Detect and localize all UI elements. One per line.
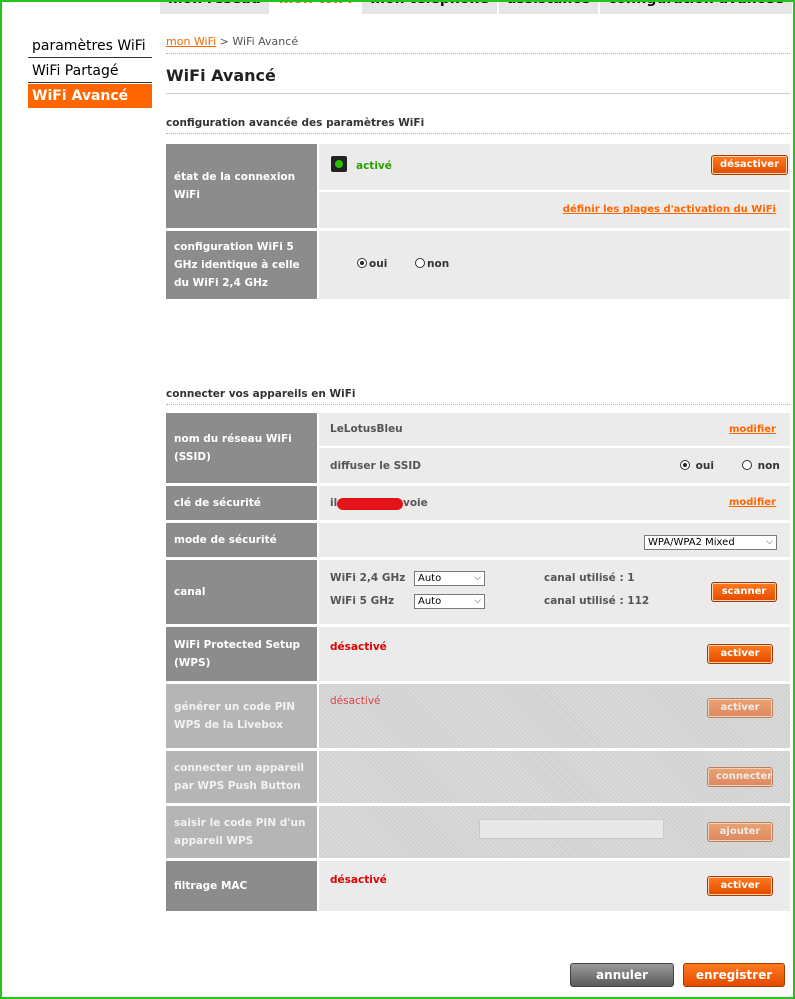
cancel-button[interactable]: annuler	[570, 963, 674, 987]
value-security-mode: WPA/WPA2 Mixed ⌵	[319, 523, 790, 557]
value-security-key: il voie modifier	[319, 486, 790, 520]
row-connection-state: état de la connexion WiFi activé désacti…	[166, 144, 790, 228]
mac-filter-status: désactivé	[330, 874, 387, 886]
tab-mon-reseau[interactable]: mon réseau	[160, 0, 271, 14]
chevron-down-icon: ⌵	[474, 596, 481, 606]
redaction-mark	[337, 498, 403, 510]
deactivate-button[interactable]: désactiver	[711, 155, 789, 175]
ssid-value: LeLotusBleu	[330, 423, 403, 435]
broadcast-label: diffuser le SSID	[330, 460, 421, 472]
activate-pin-button[interactable]: activer	[707, 698, 773, 718]
label-security-mode: mode de sécurité	[166, 523, 317, 557]
value-ssid: LeLotusBleu modifier diffuser le SSID ou…	[319, 413, 790, 483]
value-wps-push: connecter	[319, 751, 790, 803]
wps-pin-input[interactable]	[479, 819, 664, 839]
breadcrumb-link-mon-wifi[interactable]: mon WiFi	[166, 35, 216, 48]
activate-wps-button[interactable]: activer	[707, 644, 773, 664]
wps-status: désactivé	[330, 641, 387, 653]
label-enter-pin: saisir le code PIN d'un appareil WPS	[166, 806, 317, 858]
tab-configuration-avancee[interactable]: configuration avancée	[600, 0, 794, 14]
radio-checked-icon	[680, 460, 690, 470]
chevron-down-icon: ⌵	[474, 573, 481, 583]
schedule-subrow: définir les plages d'activation du WiFi	[319, 192, 790, 228]
modify-ssid-link[interactable]: modifier	[729, 424, 776, 435]
channel-24-select[interactable]: Auto ⌵	[414, 571, 485, 586]
section-title-connect: connecter vos appareils en WiFi	[166, 385, 790, 405]
row-wps-push: connecter un appareil par WPS Push Butto…	[166, 751, 790, 803]
breadcrumb: mon WiFi > WiFi Avancé	[166, 34, 790, 54]
breadcrumb-current: > WiFi Avancé	[216, 35, 299, 48]
radio-unchecked-icon	[415, 258, 425, 268]
label-ssid: nom du réseau WiFi (SSID)	[166, 413, 317, 483]
row-identical-config: configuration WiFi 5 GHz identique à cel…	[166, 231, 790, 299]
sidebar-item-wifi-avance[interactable]: WiFi Avancé	[28, 84, 152, 108]
sidebar: paramètres WiFi WiFi Partagé WiFi Avancé	[28, 34, 152, 109]
row-security-mode: mode de sécurité WPA/WPA2 Mixed ⌵	[166, 523, 790, 557]
label-mac-filter: filtrage MAC	[166, 861, 317, 911]
label-identical-config: configuration WiFi 5 GHz identique à cel…	[166, 231, 317, 299]
modify-key-link[interactable]: modifier	[729, 497, 776, 508]
row-enter-pin: saisir le code PIN d'un appareil WPS ajo…	[166, 806, 790, 858]
value-connection-state: activé désactiver définir les plages d'a…	[319, 144, 790, 228]
activate-mac-button[interactable]: activer	[707, 876, 773, 896]
row-channel: canal WiFi 2,4 GHz Auto ⌵ canal utilisé :…	[166, 560, 790, 624]
value-wps: désactivé activer	[319, 627, 790, 681]
radio-checked-icon	[357, 258, 367, 268]
tab-mon-wifi[interactable]: mon WiFi	[270, 0, 363, 14]
label-wps: WiFi Protected Setup (WPS)	[166, 627, 317, 681]
status-led-icon	[331, 156, 347, 172]
value-identical-config: oui non	[319, 231, 790, 299]
label-wps-pin: générer un code PIN WPS de la Livebox	[166, 684, 317, 748]
label-wps-push: connecter un appareil par WPS Push Butto…	[166, 751, 317, 803]
row-wps: WiFi Protected Setup (WPS) désactivé act…	[166, 627, 790, 681]
row-wps-pin: générer un code PIN WPS de la Livebox dé…	[166, 684, 790, 748]
value-channel: WiFi 2,4 GHz Auto ⌵ canal utilisé : 1 WiF…	[319, 560, 790, 624]
radio-unchecked-icon	[742, 460, 752, 470]
wifi24-label: WiFi 2,4 GHz	[330, 572, 406, 584]
ssid-subrow: LeLotusBleu modifier	[319, 413, 790, 446]
channel-5-select[interactable]: Auto ⌵	[414, 594, 485, 609]
label-channel: canal	[166, 560, 317, 624]
tab-assistance[interactable]: assistance	[498, 0, 601, 14]
main-content: mon WiFi > WiFi Avancé WiFi Avancé confi…	[166, 34, 790, 911]
value-mac-filter: désactivé activer	[319, 861, 790, 911]
add-button[interactable]: ajouter	[707, 822, 773, 842]
scan-button[interactable]: scanner	[711, 582, 777, 602]
top-nav: mon réseau mon WiFi mon téléphone assist…	[160, 0, 794, 14]
radio-identical-yes[interactable]: oui	[357, 258, 387, 270]
row-ssid: nom du réseau WiFi (SSID) LeLotusBleu mo…	[166, 413, 790, 483]
radio-identical-no[interactable]: non	[415, 258, 449, 270]
page-title: WiFi Avancé	[166, 66, 790, 94]
sidebar-item-parametres-wifi[interactable]: paramètres WiFi	[28, 34, 152, 58]
connect-button[interactable]: connecter	[707, 767, 773, 787]
chevron-down-icon: ⌵	[766, 537, 773, 547]
wps-pin-status: désactivé	[330, 695, 381, 707]
used-channel-5: canal utilisé : 112	[544, 595, 650, 607]
radio-broadcast-no[interactable]: non	[742, 460, 780, 472]
save-button[interactable]: enregistrer	[683, 963, 785, 987]
security-mode-select[interactable]: WPA/WPA2 Mixed ⌵	[644, 535, 777, 550]
value-enter-pin: ajouter	[319, 806, 790, 858]
security-key-suffix: voie	[403, 497, 428, 509]
value-wps-pin: désactivé activer	[319, 684, 790, 748]
row-security-key: clé de sécurité il voie modifier	[166, 486, 790, 520]
used-channel-24: canal utilisé : 1	[544, 572, 635, 584]
state-value: activé	[356, 160, 392, 172]
broadcast-subrow: diffuser le SSID oui non	[319, 448, 790, 483]
row-mac-filter: filtrage MAC désactivé activer	[166, 861, 790, 911]
tab-mon-telephone[interactable]: mon téléphone	[362, 0, 499, 14]
sidebar-item-wifi-partage[interactable]: WiFi Partagé	[28, 59, 152, 83]
wifi5-label: WiFi 5 GHz	[330, 595, 395, 607]
label-security-key: clé de sécurité	[166, 486, 317, 520]
label-connection-state: état de la connexion WiFi	[166, 144, 317, 228]
radio-broadcast-yes[interactable]: oui	[680, 460, 714, 472]
section-title-config: configuration avancée des paramètres WiF…	[166, 114, 790, 134]
state-subrow: activé désactiver	[319, 144, 790, 190]
schedule-link[interactable]: définir les plages d'activation du WiFi	[563, 204, 776, 215]
